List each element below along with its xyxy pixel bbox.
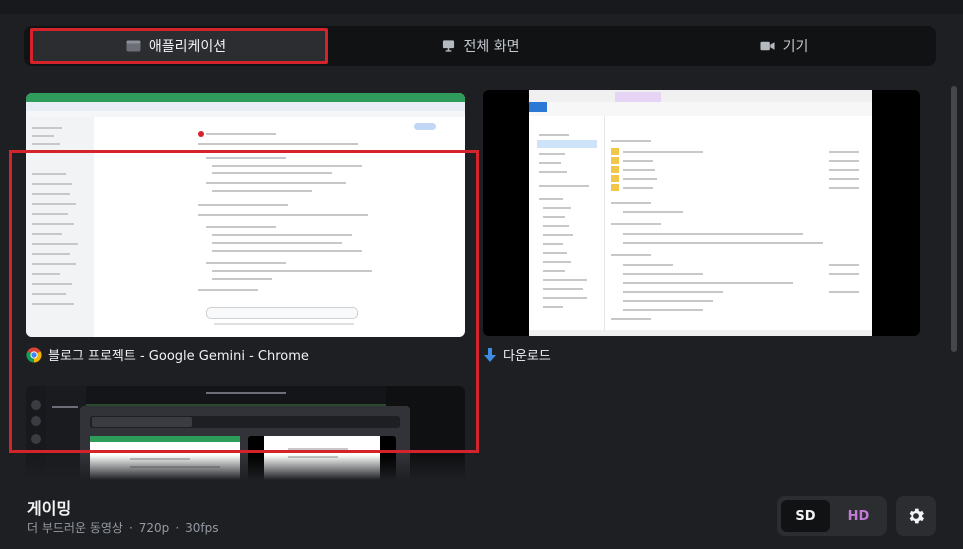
source-card-downloads[interactable]: 다운로드 [483,90,923,370]
chrome-icon [26,347,42,362]
preset-description: 더 부드러운 동영상 [27,521,123,535]
tab-label: 애플리케이션 [148,39,227,55]
source-title: 블로그 프로젝트 - Google Gemini - Chrome [48,349,309,364]
source-label: 블로그 프로젝트 - Google Gemini - Chrome [26,345,309,364]
preset-resolution: 720p [138,521,170,535]
source-label: 다운로드 [483,345,551,364]
source-title: 다운로드 [503,349,551,364]
tab-label: 기기 [782,39,809,55]
tab-applications[interactable]: 애플리케이션 [24,26,328,66]
window-top-strip [0,0,963,14]
source-grid: 블로그 프로젝트 - Google Gemini - Chrome 다운로드 [0,76,945,480]
preset-title: 게이밍 [27,499,72,518]
monitor-icon [442,40,454,52]
separator-dot: · [175,521,180,535]
source-thumbnail [26,93,465,337]
preset-framerate: 30fps [185,521,219,535]
source-card-chrome[interactable]: 블로그 프로젝트 - Google Gemini - Chrome [26,93,466,373]
window-icon [126,40,141,52]
hd-button[interactable]: HD [834,500,883,532]
source-thumbnail [483,90,920,336]
source-type-tabs: 애플리케이션 전체 화면 기기 [24,26,936,66]
separator-dot: · [128,521,133,535]
quality-toggle: SD HD [777,496,887,536]
gear-icon [909,508,924,524]
settings-button[interactable] [896,496,936,536]
camera-icon [760,41,775,51]
tab-label: 전체 화면 [463,39,520,55]
bottom-fade [0,455,963,480]
tab-devices[interactable]: 기기 [632,26,936,66]
scrollbar-thumb[interactable] [951,86,957,352]
tab-full-screen[interactable]: 전체 화면 [328,26,632,66]
sd-button[interactable]: SD [781,500,830,532]
preset-subtitle: 더 부드러운 동영상 · 720p · 30fps [27,519,219,536]
download-arrow-icon [484,347,496,362]
